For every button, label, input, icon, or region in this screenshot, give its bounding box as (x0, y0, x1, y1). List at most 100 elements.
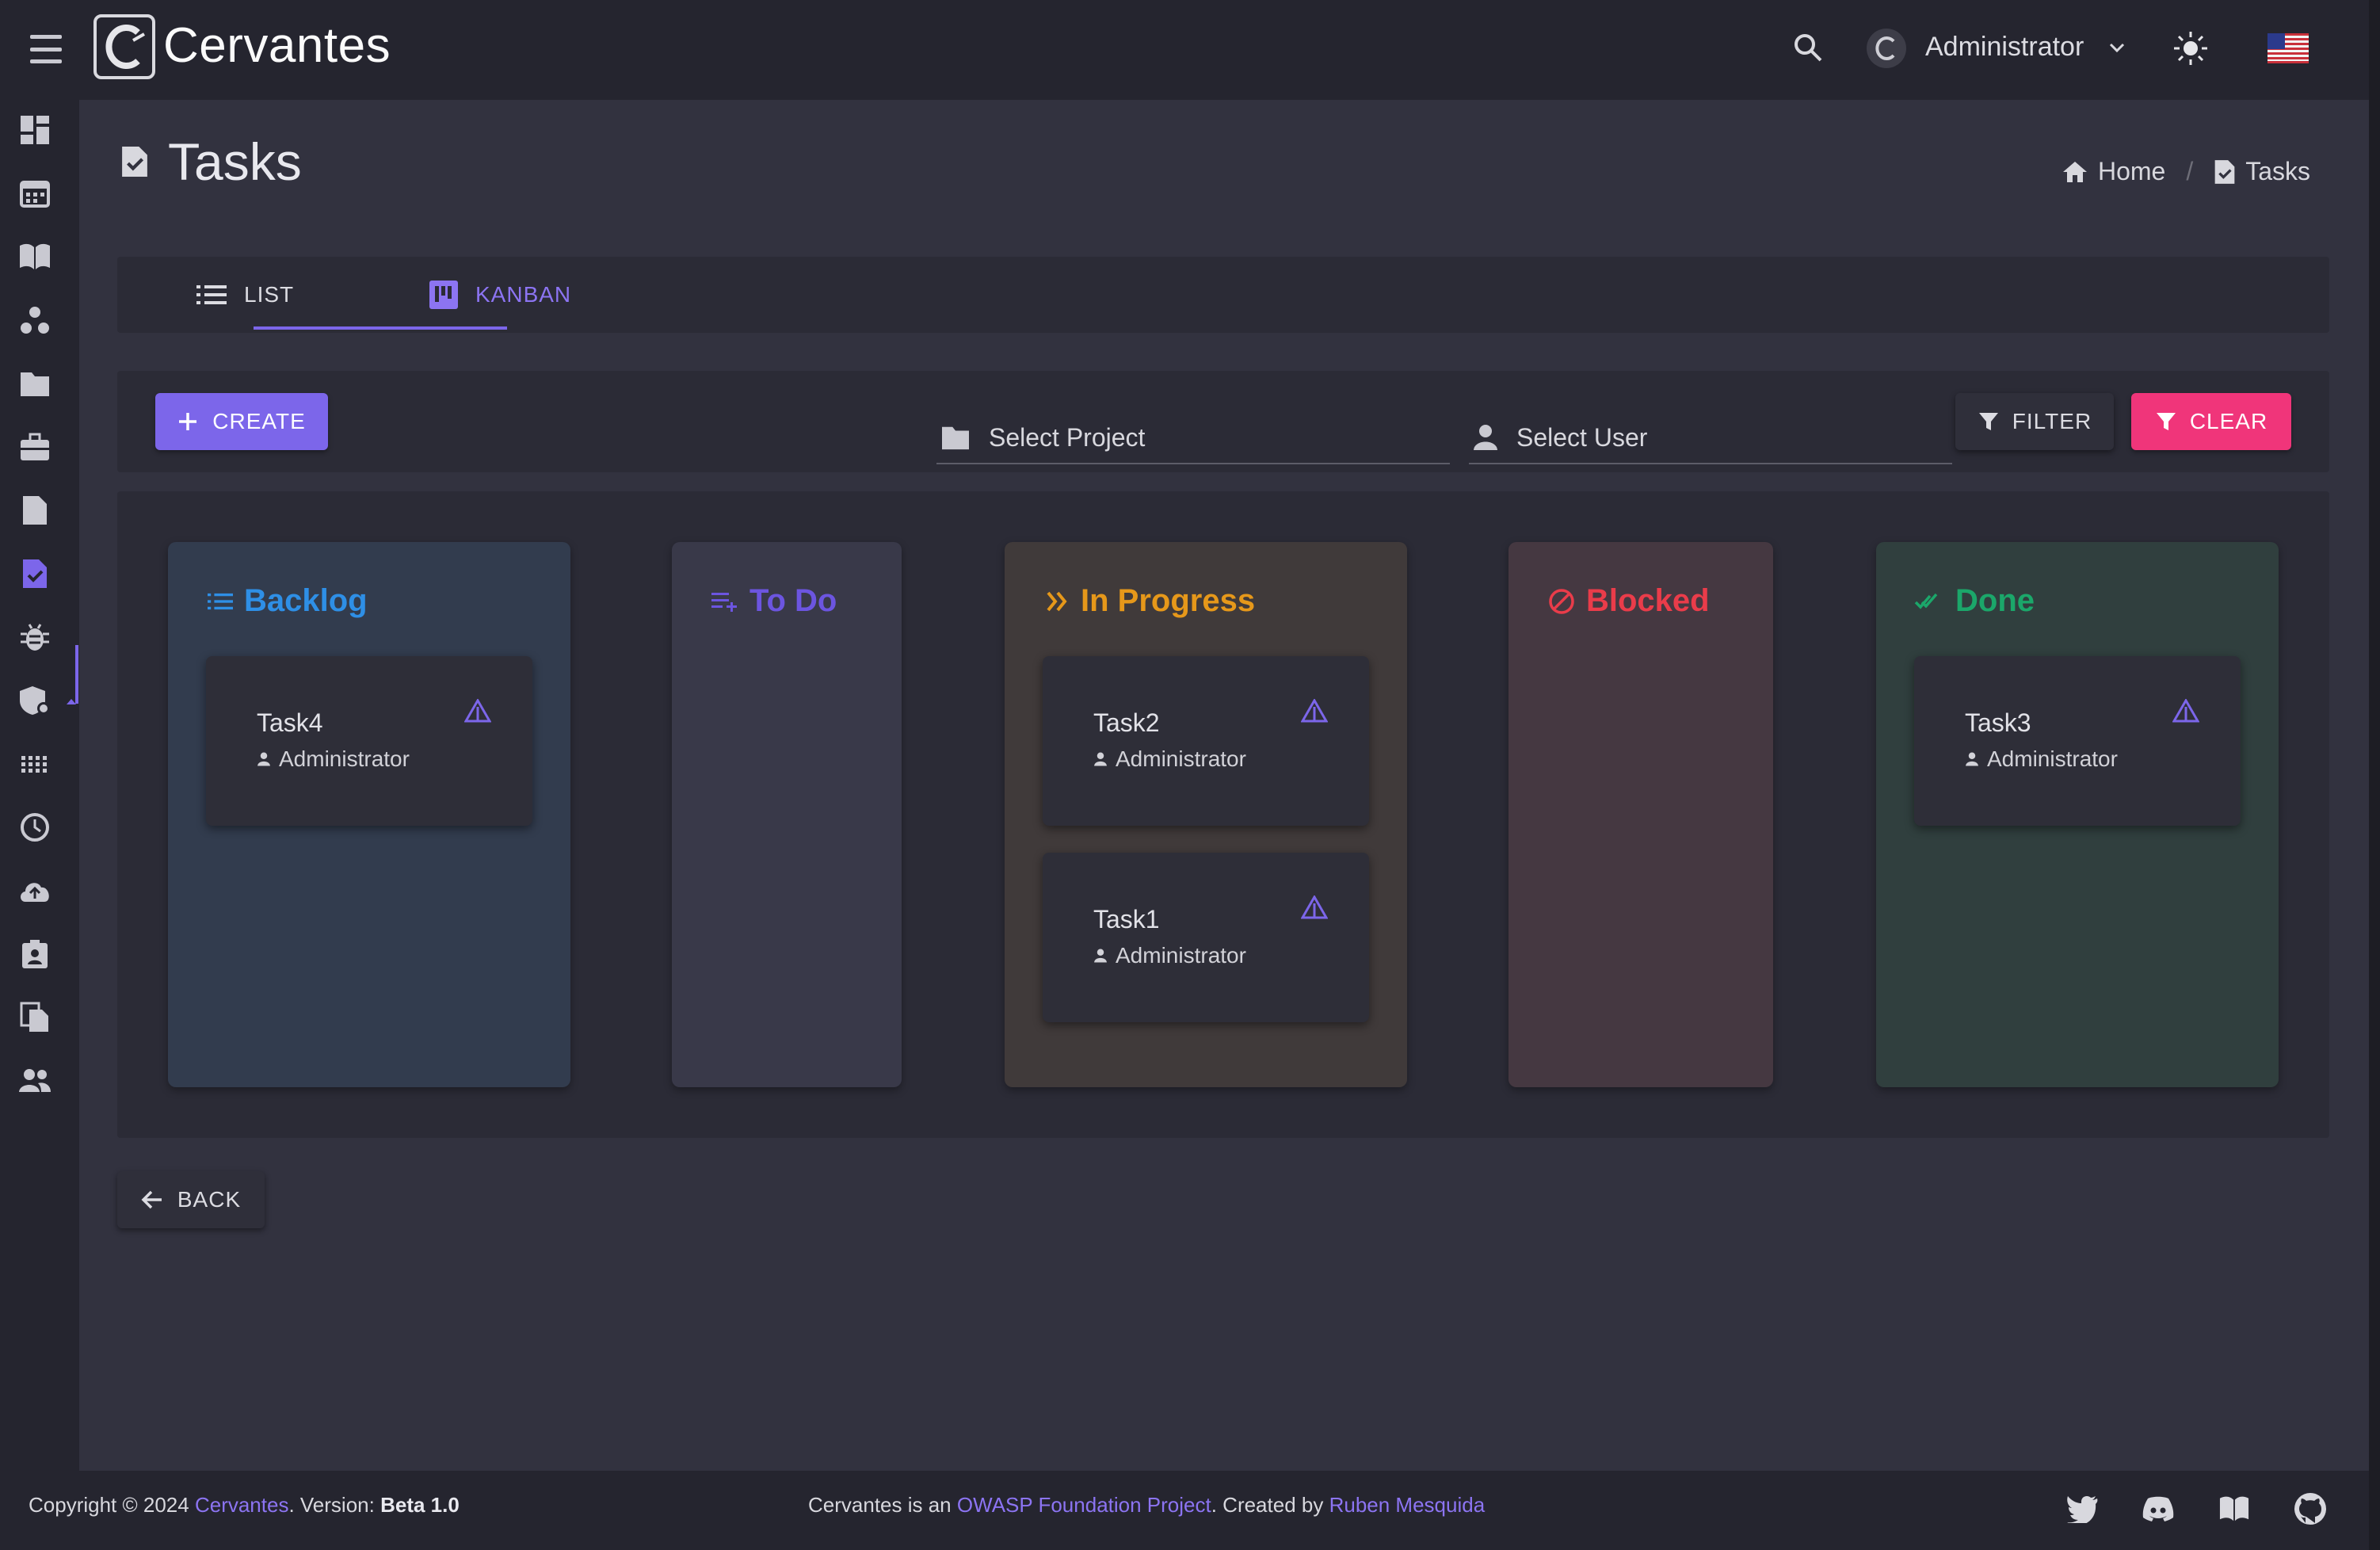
brand-name[interactable]: Cervantes (163, 17, 391, 74)
column-in-progress: In Progress Task2 Administrator Task1 Ad… (1005, 542, 1407, 1087)
back-button[interactable]: BACK (117, 1171, 265, 1228)
list-icon (208, 593, 233, 609)
column-title: In Progress (1081, 583, 1256, 618)
tasks-icon[interactable] (16, 555, 54, 593)
task-name: Task2 (1093, 708, 1160, 737)
copyright-text: Copyright © 2024 (29, 1493, 189, 1517)
person-icon (1966, 752, 1978, 766)
book-icon[interactable] (16, 238, 54, 276)
column-blocked: Blocked (1508, 542, 1773, 1087)
task-name: Task4 (257, 708, 323, 737)
task-name: Task1 (1093, 905, 1160, 933)
plus-icon (179, 413, 197, 430)
github-icon[interactable] (2291, 1490, 2329, 1528)
person-icon (1094, 752, 1107, 766)
users-group-icon[interactable] (16, 1062, 54, 1100)
created-by-text: . Created by (1211, 1493, 1324, 1517)
filter-button[interactable]: FILTER (1955, 393, 2114, 450)
docs-book-icon[interactable] (2215, 1490, 2253, 1528)
user-name[interactable]: Administrator (1925, 32, 2084, 63)
author-link[interactable]: Ruben Mesquida (1329, 1493, 1486, 1517)
theme-toggle-sun-icon[interactable] (2171, 29, 2210, 72)
priority-warning-icon (1300, 697, 1329, 727)
clients-icon[interactable] (16, 301, 54, 339)
task-assignee: Administrator (1987, 746, 2118, 771)
task-card[interactable]: Task2 Administrator (1043, 656, 1369, 826)
clear-button-label: CLEAR (2189, 409, 2268, 433)
copy-files-icon[interactable] (16, 998, 54, 1037)
folder-icon (942, 426, 969, 450)
person-icon (1094, 949, 1107, 963)
tasks-breadcrumb-icon (2214, 159, 2235, 184)
breadcrumb: Home / Tasks (2062, 157, 2310, 186)
column-title: Done (1955, 583, 2035, 618)
tab-kanban[interactable]: KANBAN (429, 257, 571, 333)
document-icon[interactable] (16, 491, 54, 529)
task-assignee: Administrator (279, 746, 410, 771)
playlist-add-icon (711, 592, 737, 612)
task-assignee: Administrator (1116, 943, 1246, 968)
block-icon (1549, 588, 1574, 614)
tab-list[interactable]: LIST (196, 257, 294, 333)
person-icon (1474, 425, 1497, 450)
task-card[interactable]: Task4 Administrator (206, 656, 532, 826)
create-button-label: CREATE (212, 409, 306, 433)
folder-icon[interactable] (16, 365, 54, 403)
cervantes-logo-icon (93, 14, 155, 79)
page-title: Tasks (168, 132, 302, 191)
task-card[interactable]: Task3 Administrator (1914, 656, 2241, 826)
footer-cervantes-link[interactable]: Cervantes (195, 1493, 289, 1517)
filter-funnel-icon (2156, 413, 2176, 430)
user-avatar[interactable] (1867, 29, 1906, 68)
chevron-down-icon[interactable] (2106, 36, 2128, 63)
task-name: Task3 (1965, 708, 2031, 737)
apps-grid-icon[interactable] (16, 745, 54, 783)
language-flag-us-icon[interactable] (2267, 33, 2309, 63)
clear-button[interactable]: CLEAR (2131, 393, 2291, 450)
discord-icon[interactable] (2139, 1490, 2177, 1528)
kanban-icon (429, 281, 458, 309)
task-assignee: Administrator (1116, 746, 1246, 771)
credits-prefix: Cervantes is an (808, 1493, 952, 1517)
contact-badge-icon[interactable] (16, 935, 54, 973)
active-tab-underline (254, 326, 507, 330)
project-select-placeholder: Select Project (989, 422, 1146, 452)
menu-icon[interactable] (30, 35, 62, 63)
owasp-link[interactable]: OWASP Foundation Project (957, 1493, 1211, 1517)
sidebar (0, 100, 79, 1471)
priority-warning-icon (463, 697, 492, 727)
user-select-placeholder: Select User (1516, 422, 1648, 452)
twitter-icon[interactable] (2063, 1490, 2101, 1528)
list-icon (196, 285, 227, 304)
breadcrumb-home[interactable]: Home (2098, 157, 2165, 186)
breadcrumb-separator: / (2186, 157, 2194, 185)
task-card[interactable]: Task1 Administrator (1043, 853, 1369, 1022)
search-icon[interactable] (1792, 32, 1824, 67)
vulnerability-bug-icon[interactable] (16, 618, 54, 656)
footer-credits: Cervantes is an OWASP Foundation Project… (808, 1493, 1485, 1518)
filter-button-label: FILTER (2012, 409, 2092, 433)
column-todo: To Do (672, 542, 902, 1087)
user-select[interactable]: Select User (1469, 412, 1952, 464)
window-scrollbar[interactable] (2369, 0, 2380, 1550)
column-title: Backlog (244, 583, 368, 618)
footer-copyright: Copyright © 2024 Cervantes. Version: Bet… (29, 1493, 460, 1518)
page-tasks-icon (120, 144, 149, 183)
column-backlog: Backlog Task4 Administrator (168, 542, 570, 1087)
calendar-icon[interactable] (16, 174, 54, 212)
cloud-upload-icon[interactable] (16, 872, 54, 910)
arrow-left-icon (141, 1190, 162, 1209)
person-icon (257, 752, 270, 766)
security-shield-icon[interactable] (16, 681, 54, 720)
dashboard-icon[interactable] (16, 111, 54, 149)
home-icon[interactable] (2062, 160, 2088, 184)
tab-list-label: LIST (244, 282, 295, 307)
clock-icon[interactable] (16, 808, 54, 846)
collapse-arrow-up-icon[interactable] (65, 696, 78, 710)
project-select[interactable]: Select Project (936, 412, 1450, 464)
filter-funnel-icon (1978, 413, 1998, 430)
double-chevron-icon (1047, 591, 1067, 611)
create-button[interactable]: CREATE (155, 393, 328, 450)
sidebar-active-indicator (75, 645, 78, 704)
briefcase-icon[interactable] (16, 428, 54, 466)
